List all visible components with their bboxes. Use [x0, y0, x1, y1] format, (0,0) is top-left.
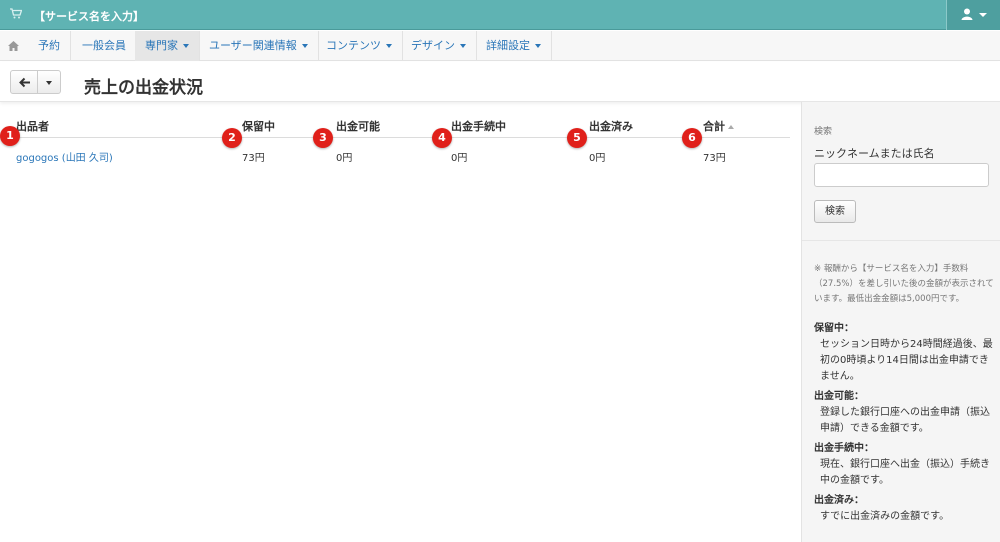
top-bar: 【サービス名を入力】 [0, 0, 1000, 30]
back-button[interactable] [10, 70, 38, 94]
column-header-withdrawable[interactable]: 出金可能 [336, 118, 380, 134]
search-sidebar: 検索 ニックネームまたは氏名 検索 ※ 報酬から【サービス名を入力】手数料（27… [801, 102, 1000, 542]
divider [802, 240, 1000, 241]
chevron-down-icon [183, 44, 189, 48]
search-input[interactable] [814, 163, 989, 187]
nav-item-contents[interactable]: コンテンツ [316, 31, 403, 61]
chevron-down-icon [46, 81, 52, 85]
sidebar-title: 検索 [814, 127, 833, 137]
chevron-down-icon [535, 44, 541, 48]
annotation-marker: 3 [313, 128, 333, 148]
annotation-marker: 1 [0, 126, 20, 146]
user-menu-button[interactable] [946, 0, 1000, 30]
page-title: 売上の出金状況 [84, 78, 203, 98]
nav-item-expert[interactable]: 専門家 [135, 31, 200, 61]
column-header-in-process[interactable]: 出金手続中 [451, 118, 506, 134]
sort-asc-icon [728, 125, 734, 129]
chevron-down-icon [386, 44, 392, 48]
history-dropdown-button[interactable] [37, 70, 61, 94]
column-header-seller[interactable]: 出品者 [16, 118, 49, 134]
chevron-down-icon [460, 44, 466, 48]
column-header-total[interactable]: 合計 [703, 118, 734, 134]
total-amount: 73円 [703, 153, 726, 164]
column-header-pending[interactable]: 保留中 [242, 118, 275, 134]
annotation-marker: 2 [222, 128, 242, 148]
search-button[interactable]: 検索 [814, 200, 856, 223]
search-label: ニックネームまたは氏名 [814, 147, 935, 160]
annotation-marker: 5 [567, 128, 587, 148]
page-header: 売上の出金状況 [0, 62, 1000, 102]
pending-amount: 73円 [242, 153, 265, 164]
nav-item-advanced-settings[interactable]: 詳細設定 [476, 31, 552, 61]
home-icon[interactable] [8, 41, 19, 51]
cart-icon [10, 8, 22, 19]
withdrawable-amount: 0円 [336, 153, 353, 164]
nav-item-general-member[interactable]: 一般会員 [72, 31, 137, 61]
nav-item-user-info[interactable]: ユーザー関連情報 [199, 31, 319, 61]
arrow-left-icon [19, 77, 30, 88]
brand-title[interactable]: 【サービス名を入力】 [34, 8, 144, 24]
definition-pending: 保留中： セッション日時から24時間経過後、最初の0時頃より14日間は出金申請で… [814, 323, 993, 382]
definition-withdrawn: 出金済み： すでに出金済みの金額です。 [814, 495, 950, 522]
withdrawn-amount: 0円 [589, 153, 606, 164]
definition-withdrawable: 出金可能： 登録した銀行口座への出金申請（振込申請）できる金額です。 [814, 391, 990, 434]
nav-item-design[interactable]: デザイン [401, 31, 477, 61]
user-icon [961, 8, 973, 20]
in-process-amount: 0円 [451, 153, 468, 164]
column-header-withdrawn[interactable]: 出金済み [589, 118, 633, 134]
chevron-down-icon [301, 44, 308, 48]
seller-link[interactable]: gogogos (山田 久司) [16, 149, 113, 164]
header-divider [0, 137, 790, 138]
fee-note: ※ 報酬から【サービス名を入力】手数料（27.5%）を差し引いた後の金額が表示さ… [814, 264, 994, 304]
definition-in-process: 出金手続中： 現在、銀行口座へ出金（振込）手続き中の金額です。 [814, 443, 990, 486]
annotation-marker: 6 [682, 128, 702, 148]
chevron-down-icon [979, 13, 987, 17]
main-nav: 予約 一般会員 専門家 ユーザー関連情報 コンテンツ デザイン 詳細設定 [0, 31, 1000, 61]
annotation-marker: 4 [432, 128, 452, 148]
nav-item-reservation[interactable]: 予約 [28, 31, 71, 61]
